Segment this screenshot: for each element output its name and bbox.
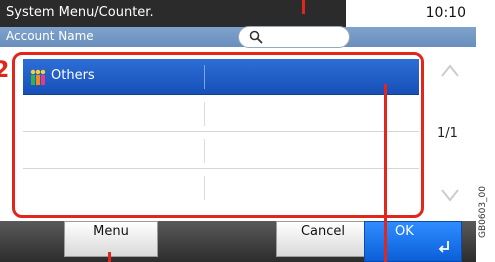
enter-arrow-icon [438,241,449,253]
ok-button[interactable]: OK [364,221,462,262]
account-name-label: Account Name [6,29,94,43]
group-icon [30,69,46,85]
callout-line-search [302,0,305,14]
ok-button-label: OK [395,224,414,239]
title-bar-clock-area: 10:10 [346,0,476,27]
scroll-down-button[interactable] [430,176,470,212]
list-item[interactable] [23,170,419,206]
list-item[interactable]: Others [23,59,419,95]
list-item-name: Others [51,68,95,83]
screen-title: System Menu/Counter. [6,5,154,20]
touch-panel-screen: System Menu/Counter. 10:10 Account Name … [0,0,476,262]
column-divider [204,65,205,89]
callout-number: 2 [0,58,10,82]
figure-code-text: GB0603_00 [478,185,488,238]
column-divider [204,102,205,126]
callout-line-menu [108,252,111,262]
menu-button-label: Menu [93,224,129,239]
callout-line-ok [384,84,387,262]
column-divider [204,139,205,163]
chevron-up-icon [441,64,459,77]
callout-number-text: 2 [0,58,10,82]
list-item[interactable] [23,133,419,169]
clock: 10:10 [425,5,466,21]
cancel-button-label: Cancel [300,224,346,239]
scroll-up-button[interactable] [430,52,470,88]
page-indicator: 1/1 [437,126,458,141]
account-list: Others [12,52,424,218]
column-divider [204,176,205,200]
menu-button[interactable]: Menu [64,221,158,257]
list-item[interactable] [23,96,419,132]
title-bar: System Menu/Counter. 10:10 [0,0,476,27]
search-button[interactable] [238,26,350,48]
chevron-down-icon [441,189,459,202]
cancel-button[interactable]: Cancel [276,221,370,257]
search-icon [249,30,263,44]
